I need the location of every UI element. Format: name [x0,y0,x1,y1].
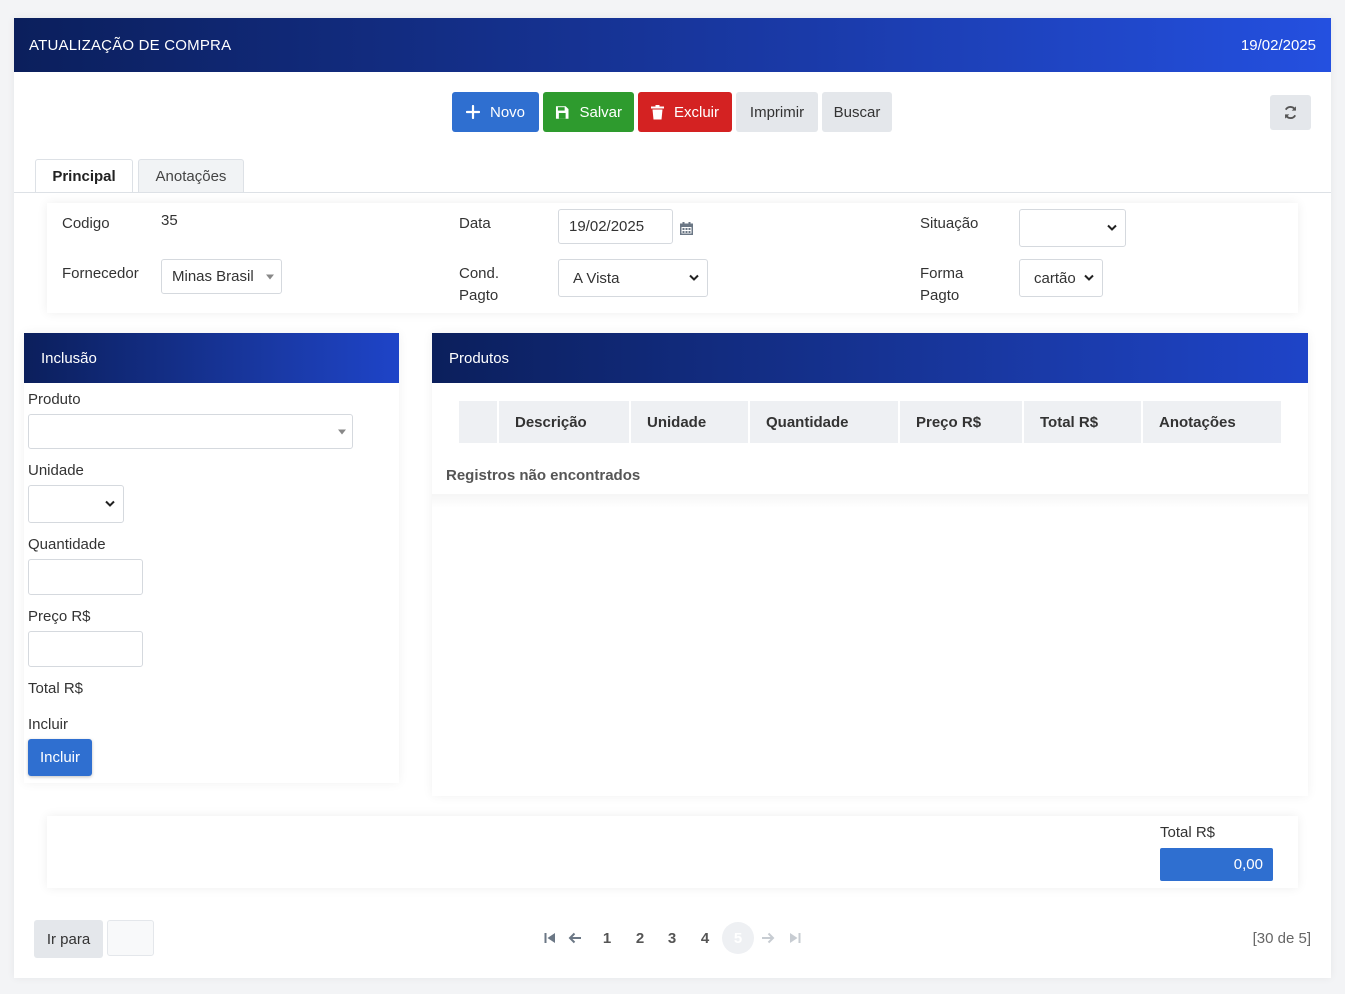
title-bar: ATUALIZAÇÃO DE COMPRA 19/02/2025 [14,18,1331,72]
goto-page-input[interactable] [107,920,154,956]
situacao-select[interactable] [1019,209,1126,247]
refresh-icon [1284,105,1297,120]
unidade-label: Unidade [28,462,84,479]
fornecedor-label: Fornecedor [62,265,139,282]
incluir-label: Incluir [28,716,69,733]
condpagto-select-value: A Vista [573,269,620,287]
data-input[interactable]: 19/02/2025 [558,209,673,244]
refresh-button[interactable] [1270,95,1311,130]
column-preco[interactable]: Preço R$ [900,401,1024,443]
situacao-label: Situação [920,215,979,232]
preco-label: Preço R$ [28,608,91,625]
chevron-down-icon [105,500,115,507]
condpagto-label-line2: Pagto [459,287,499,304]
fornecedor-select[interactable]: Minas Brasil [161,259,282,294]
tab-divider [14,192,1331,193]
produtos-header: Produtos [432,333,1308,383]
page-title: ATUALIZAÇÃO DE COMPRA [29,37,232,54]
plus-icon [465,105,480,119]
first-page-icon[interactable] [544,932,556,944]
column-anotacoes[interactable]: Anotações [1143,401,1281,443]
codigo-value: 35 [161,212,178,229]
trash-icon [650,104,664,119]
salvar-button[interactable]: Salvar [543,92,634,132]
column-unidade[interactable]: Unidade [631,401,750,443]
codigo-label: Codigo [62,215,110,232]
caret-down-icon [338,429,346,434]
incluir-button[interactable]: Incluir [28,739,92,776]
grand-total-label: Total R$ [1160,824,1216,841]
produto-label: Produto [28,391,81,408]
page-1[interactable]: 1 [597,920,617,956]
totals-card: Total R$ 0,00 [47,816,1298,888]
calendar-icon[interactable] [680,222,693,235]
empty-divider [432,494,1308,508]
formapagto-select[interactable]: cartão [1019,259,1103,297]
formapagto-label-line2: Pagto [920,287,960,304]
column-total[interactable]: Total R$ [1024,401,1143,443]
last-page-icon[interactable] [789,932,801,944]
inclusao-card: Inclusão Produto Unidade Quantidade Preç… [24,333,399,783]
chevron-down-icon [1107,224,1117,231]
quantidade-label: Quantidade [28,536,106,553]
unidade-select[interactable] [28,485,124,523]
produto-select[interactable] [28,414,353,449]
empty-message: Registros não encontrados [446,467,641,484]
pagination-controls: 1 2 3 4 5 [539,920,809,956]
novo-button[interactable]: Novo [452,92,539,132]
column-descricao[interactable]: Descrição [499,401,631,443]
excluir-button[interactable]: Excluir [638,92,732,132]
previous-page-icon[interactable] [568,932,582,944]
condpagto-label-line1: Cond. [459,265,500,282]
total-label: Total R$ [28,680,84,697]
tab-anotacoes[interactable]: Anotações [138,159,244,193]
column-select [459,401,499,443]
header-date: 19/02/2025 [1240,37,1316,54]
chevron-down-icon [689,274,699,281]
page-3[interactable]: 3 [662,920,682,956]
preco-input[interactable] [28,631,143,667]
pagination-summary: [30 de 5] [1252,930,1311,947]
quantidade-input[interactable] [28,559,143,595]
column-quantidade[interactable]: Quantidade [750,401,900,443]
form-card: Codigo 35 Data 19/02/2025 Situação Forne… [47,203,1298,313]
formapagto-label-line1: Forma [920,265,964,282]
fornecedor-select-value: Minas Brasil [172,268,254,285]
tab-principal[interactable]: Principal [35,159,133,193]
produtos-card: Produtos Descrição Unidade Quantidade Pr… [432,333,1308,796]
data-label: Data [459,215,491,232]
main-panel: ATUALIZAÇÃO DE COMPRA 19/02/2025 Novo Sa… [14,18,1331,978]
caret-down-icon [266,274,274,279]
inclusao-header: Inclusão [24,333,399,383]
data-input-value: 19/02/2025 [569,218,645,235]
imprimir-button[interactable]: Imprimir [736,92,818,132]
chevron-down-icon [1084,274,1094,281]
page-5-active[interactable]: 5 [722,922,754,954]
grand-total-value: 0,00 [1160,848,1273,881]
save-icon [555,105,569,119]
condpagto-select[interactable]: A Vista [558,259,708,297]
buscar-button[interactable]: Buscar [822,92,892,132]
produtos-table-header: Descrição Unidade Quantidade Preço R$ To… [459,401,1281,443]
excluir-label: Excluir [673,103,719,121]
formapagto-select-value: cartão [1034,269,1076,287]
page-4[interactable]: 4 [695,920,715,956]
page-2[interactable]: 2 [630,920,650,956]
next-page-icon[interactable] [761,932,775,944]
salvar-label: Salvar [579,103,622,121]
goto-button[interactable]: Ir para [34,920,103,958]
novo-label: Novo [489,103,526,121]
